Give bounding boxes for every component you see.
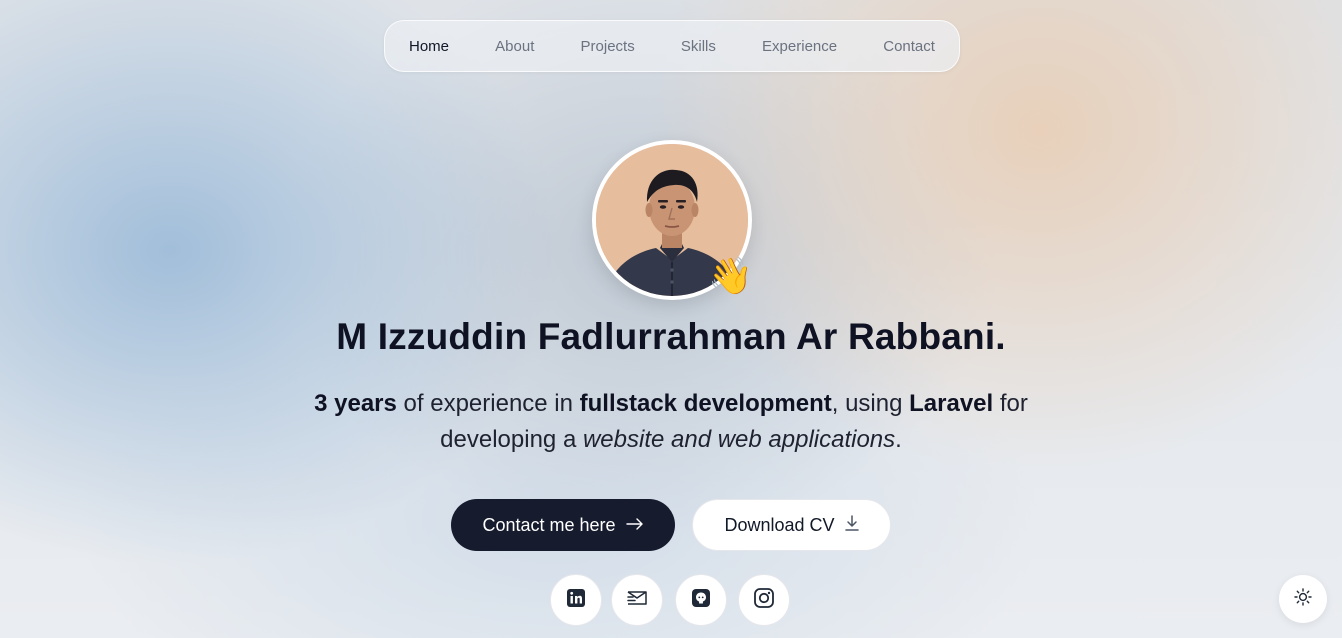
- instagram-icon: [753, 587, 775, 614]
- tagline-end: .: [895, 426, 902, 453]
- linkedin-link[interactable]: [550, 574, 602, 626]
- nav-item-skills[interactable]: Skills: [681, 38, 716, 55]
- download-cv-label: Download CV: [724, 514, 835, 535]
- tagline-products: website and web applications: [582, 426, 896, 453]
- social-links: [0, 574, 1342, 628]
- tagline-text-1: of experience in: [396, 390, 580, 417]
- profile-avatar: 👋: [592, 140, 753, 300]
- linkedin-icon: [566, 588, 586, 613]
- contact-button[interactable]: Contact me here: [451, 499, 675, 551]
- tagline-years: 3 years: [314, 390, 397, 417]
- tagline-role: fullstack development: [579, 390, 832, 417]
- theme-toggle-button[interactable]: [1279, 575, 1327, 623]
- tagline-text-2: , using: [831, 390, 910, 417]
- sun-icon: [1294, 587, 1312, 611]
- contact-button-label: Contact me here: [482, 514, 616, 535]
- download-cv-button[interactable]: Download CV: [692, 499, 891, 551]
- tagline-framework: Laravel: [909, 390, 994, 417]
- nav-item-about[interactable]: About: [495, 38, 534, 55]
- instagram-link[interactable]: [738, 574, 790, 626]
- hero-tagline: 3 years of experience in fullstack devel…: [270, 386, 1072, 458]
- email-link[interactable]: [611, 574, 663, 626]
- mail-icon: [626, 589, 648, 612]
- waving-hand-icon: 👋: [708, 255, 753, 296]
- nav-item-contact[interactable]: Contact: [883, 38, 935, 55]
- hero-name: M Izzuddin Fadlurrahman Ar Rabbani.: [336, 316, 1006, 357]
- github-icon: [691, 588, 711, 613]
- nav-item-projects[interactable]: Projects: [581, 38, 635, 55]
- nav-item-experience[interactable]: Experience: [762, 38, 837, 55]
- top-nav: Home About Projects Skills Experience Co…: [384, 20, 960, 72]
- github-link[interactable]: [675, 574, 727, 626]
- nav-item-home[interactable]: Home: [409, 38, 449, 55]
- arrow-right-icon: [625, 515, 644, 536]
- download-icon: [844, 514, 859, 536]
